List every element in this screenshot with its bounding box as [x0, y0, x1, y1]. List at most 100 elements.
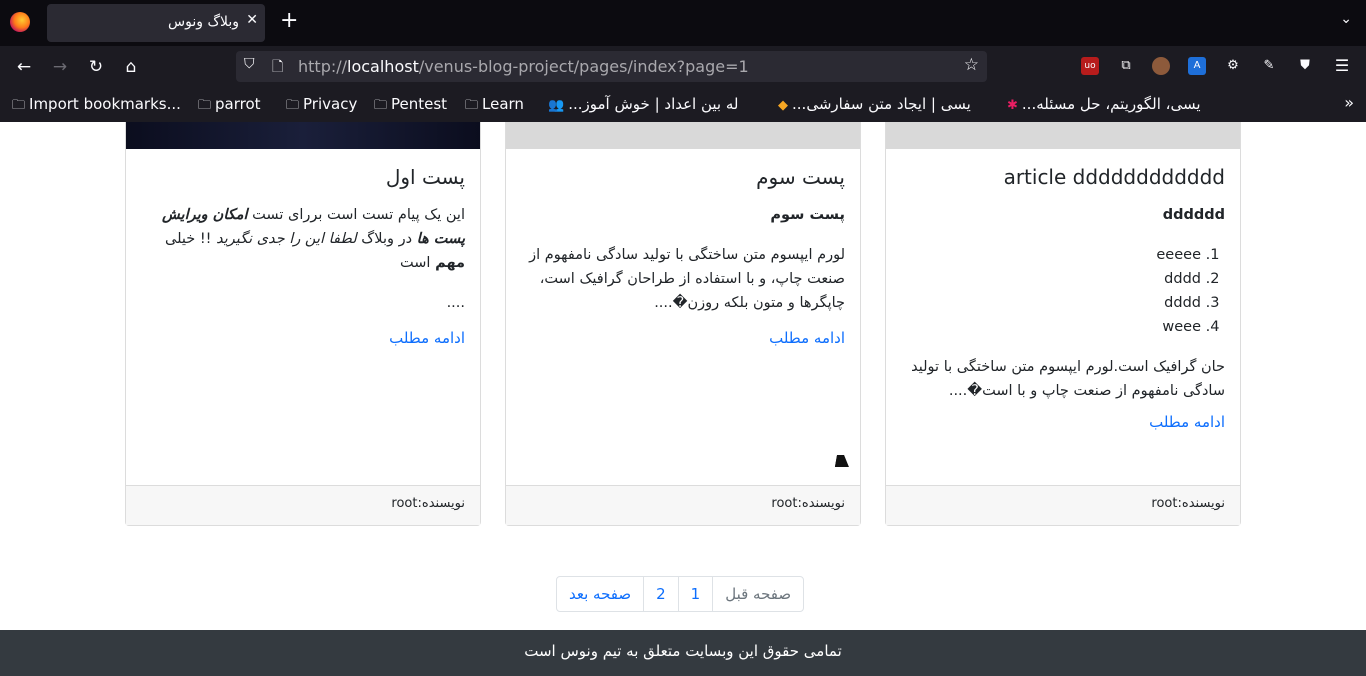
ublock-icon[interactable]: uo: [1081, 57, 1099, 75]
extensions-icon[interactable]: ⧉: [1117, 57, 1135, 75]
text-segment: لطفا این را جدی نگیرید: [216, 231, 357, 247]
new-tab-button[interactable]: +: [280, 8, 298, 33]
shield-extension-icon[interactable]: ⛊: [1296, 57, 1314, 75]
post-image: [886, 122, 1240, 149]
bookmark-parrot[interactable]: 🗀 parrot: [198, 95, 261, 118]
bookmark-label: Import bookmarks...: [29, 95, 181, 113]
star-icon: ✱: [1007, 98, 1018, 113]
post-body: پست اول این یک پیام تست است بررای تست ام…: [126, 149, 480, 347]
bookmark-label: ...یسی | ایجاد متن سفارشی: [792, 95, 971, 113]
list-item: weee: [901, 315, 1201, 339]
post-card: article dddddddddddd dddddd eeeee dddd d…: [885, 122, 1241, 526]
post-ellipsis: ....: [446, 295, 465, 311]
post-excerpt-text: لورم ایپسوم متن ساختگی با تولید سادگی نا…: [529, 247, 845, 311]
text-segment: این یک پیام تست است بررای تست: [247, 207, 465, 223]
page-info-icon[interactable]: 🗋: [272, 56, 283, 80]
post-image: [126, 122, 480, 149]
post-author: نویسنده:root: [886, 485, 1240, 525]
read-more-link[interactable]: ادامه مطلب: [521, 329, 845, 347]
cookie-icon[interactable]: [1152, 57, 1170, 75]
bookmark-privacy[interactable]: 🗀 Privacy: [286, 95, 357, 118]
post-image: [506, 122, 860, 149]
tab-bar: وبلاگ ونوس ✕ + ⌄: [0, 0, 1366, 46]
text-segment: در وبلاگ: [356, 231, 417, 247]
navigation-bar: ← → ↻ ⌂ ⛉ 🗋 http://localhost/venus-blog-…: [0, 46, 1366, 87]
url-bar[interactable]: ⛉ 🗋 http://localhost/venus-blog-project/…: [236, 51, 987, 82]
bookmark-learn[interactable]: 🗀 Learn: [465, 95, 524, 118]
bookmarks-bar: 🗀 Import bookmarks... 🗀 parrot 🗀 Privacy 🗀 P…: [0, 87, 1366, 122]
browser-tab[interactable]: وبلاگ ونوس ✕: [47, 4, 265, 42]
url-host: localhost: [347, 57, 419, 76]
folder-icon: 🗀: [198, 98, 212, 113]
bookmark-label: ...یسی، الگوریتم، حل مسئله: [1021, 95, 1201, 113]
post-author: نویسنده:root: [126, 485, 480, 525]
bookmark-label: Pentest: [391, 95, 448, 113]
forward-arrow-icon[interactable]: →: [49, 56, 71, 78]
read-more-link[interactable]: ادامه مطلب: [141, 329, 465, 347]
post-body: پست سوم پست سوم لورم ایپسوم متن ساختگی ب…: [506, 149, 860, 347]
folder-icon: 🗀: [286, 98, 300, 113]
bookmark-algorithm[interactable]: ✱ ...یسی، الگوریتم، حل مسئله: [1007, 95, 1201, 113]
post-title: پست سوم: [756, 165, 845, 189]
menu-icon[interactable]: ☰: [1333, 57, 1351, 75]
mouse-cursor: [834, 455, 852, 467]
bookmark-label: Learn: [482, 95, 524, 113]
read-more-link[interactable]: ادامه مطلب: [901, 413, 1225, 431]
post-card: پست اول این یک پیام تست است بررای تست ام…: [125, 122, 481, 526]
list-item: eeeee: [901, 243, 1201, 267]
post-excerpt: dddddd eeeee dddd dddd weee حان گرافیک ا…: [901, 203, 1225, 403]
post-body: article dddddddddddd dddddd eeeee dddd d…: [886, 149, 1240, 431]
post-author: نویسنده:root: [506, 485, 860, 525]
post-title: article dddddddddddd: [1003, 165, 1225, 189]
url-path: /venus-blog-project/pages/index?page=1: [418, 57, 749, 76]
post-excerpt: پست سوم لورم ایپسوم متن ساختگی با تولید …: [521, 203, 845, 315]
page-2-button[interactable]: 2: [643, 577, 678, 611]
bookmark-label: parrot: [215, 95, 261, 113]
site-footer: تمامی حقوق این وبسایت متعلق به تیم ونوس …: [0, 630, 1366, 676]
page-content: article dddddddddddd dddddd eeeee dddd d…: [0, 122, 1366, 676]
post-bold-line: پست سوم: [770, 207, 845, 223]
home-icon[interactable]: ⌂: [120, 56, 142, 78]
firefox-icon[interactable]: [10, 12, 30, 32]
list-item: dddd: [901, 267, 1201, 291]
folder-icon: 🗀: [465, 98, 479, 113]
reload-icon[interactable]: ↻: [85, 56, 107, 78]
text-segment: است: [400, 255, 436, 271]
post-excerpt: این یک پیام تست است بررای تست امکان ویرا…: [141, 203, 465, 315]
bookmark-label: Privacy: [303, 95, 358, 113]
url-text[interactable]: http://localhost/venus-blog-project/page…: [298, 57, 749, 76]
translate-icon[interactable]: A: [1188, 57, 1206, 75]
post-paragraph: این یک پیام تست است بررای تست امکان ویرا…: [141, 203, 465, 275]
bookmark-pentest[interactable]: 🗀 Pentest: [374, 95, 447, 118]
folder-icon: 🗀: [374, 98, 388, 113]
bookmark-label: ...له بین اعداد | خوش آموز: [568, 95, 739, 113]
close-tab-icon[interactable]: ✕: [246, 12, 258, 28]
post-list: eeeee dddd dddd weee: [901, 243, 1225, 339]
tab-title: وبلاگ ونوس: [168, 14, 239, 30]
people-icon: 👥: [548, 98, 565, 113]
post-excerpt-text: حان گرافیک است.لورم ایپسوم متن ساختگی با…: [911, 359, 1225, 399]
shield-icon[interactable]: ⛉: [244, 56, 255, 72]
post-bold-line: dddddd: [1162, 207, 1225, 223]
folder-icon: 🗀: [12, 98, 26, 113]
post-title: پست اول: [385, 165, 465, 189]
text-segment: مهم: [435, 255, 465, 271]
bookmark-khoshamooz[interactable]: 👥 ...له بین اعداد | خوش آموز: [548, 95, 739, 113]
page-1-button[interactable]: 1: [677, 577, 713, 611]
pagination: صفحه قبل 1 2 صفحه بعد: [556, 576, 805, 612]
bookmark-import[interactable]: 🗀 Import bookmarks...: [12, 95, 181, 118]
gear-icon[interactable]: ⚙: [1224, 57, 1242, 75]
diamond-icon: ◆: [778, 98, 788, 113]
next-page-button[interactable]: صفحه بعد: [557, 577, 643, 611]
list-item: dddd: [901, 291, 1201, 315]
tab-list-chevron-icon[interactable]: ⌄: [1340, 11, 1352, 27]
pen-icon[interactable]: ✎: [1260, 57, 1278, 75]
more-bookmarks-chevron-icon[interactable]: »: [1344, 93, 1354, 112]
text-segment: !! خیلی: [165, 231, 217, 247]
bookmark-custom-text[interactable]: ◆ ...یسی | ایجاد متن سفارشی: [778, 95, 971, 113]
bookmark-star-icon[interactable]: ☆: [964, 55, 979, 75]
previous-page-button[interactable]: صفحه قبل: [712, 577, 803, 611]
back-arrow-icon[interactable]: ←: [13, 56, 35, 78]
post-card: پست سوم پست سوم لورم ایپسوم متن ساختگی ب…: [505, 122, 861, 526]
url-scheme: http://: [298, 57, 348, 76]
